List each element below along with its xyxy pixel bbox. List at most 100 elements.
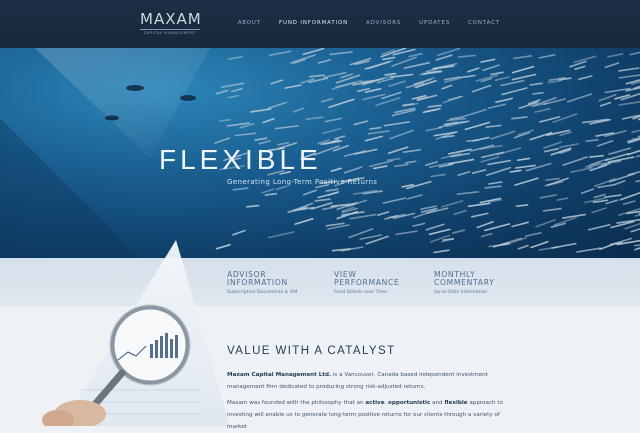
fish (396, 231, 417, 234)
fish (485, 186, 501, 188)
fish (610, 174, 635, 182)
fish (366, 136, 383, 140)
fish (449, 160, 474, 164)
fish (363, 95, 384, 100)
fish (304, 190, 317, 195)
fish (533, 93, 543, 94)
fish (268, 102, 286, 108)
fish (269, 232, 294, 238)
section-heading: VALUE WITH A CATALYST (227, 345, 517, 357)
nav-fund-information[interactable]: FUND INFORMATION (279, 20, 348, 26)
fish (535, 109, 550, 112)
fish (233, 231, 245, 235)
fish (614, 181, 625, 185)
fish (473, 86, 491, 92)
fish (277, 186, 287, 189)
nav-updates[interactable]: UPDATES (419, 20, 450, 26)
fish (443, 239, 453, 240)
fish (482, 152, 504, 157)
fish (341, 74, 352, 78)
link-title-line2: PERFORMANCE (334, 279, 400, 287)
fish (483, 65, 499, 70)
fish (631, 228, 640, 232)
fish (285, 85, 301, 88)
fish (247, 206, 259, 207)
fish (519, 246, 529, 249)
fish (378, 212, 389, 215)
philosophy-text: and (430, 400, 444, 406)
fish (587, 140, 598, 141)
fish (605, 195, 621, 197)
fish (370, 61, 393, 69)
fish (404, 150, 421, 152)
fish (390, 130, 413, 138)
main-content: VALUE WITH A CATALYST Maxam Capital Mana… (227, 345, 517, 357)
brand-logo[interactable]: MAXAM CAPITAL MANAGEMENT (140, 10, 200, 35)
fish (326, 223, 344, 226)
fish (462, 110, 486, 117)
fish (431, 174, 445, 176)
fish (228, 57, 242, 59)
fish (473, 138, 489, 141)
fish (459, 76, 475, 78)
fish (518, 158, 530, 160)
fish (599, 95, 616, 101)
fish (404, 63, 429, 68)
fish (332, 168, 342, 171)
fish (345, 151, 366, 156)
fish (303, 49, 323, 55)
fish (457, 192, 478, 194)
fish (354, 121, 367, 124)
fish (434, 250, 449, 252)
fish (625, 223, 640, 229)
fish (326, 189, 338, 191)
link-monthly-commentary[interactable]: MONTHLY COMMENTARY Up-to-Date Informatio… (434, 271, 495, 295)
fish (459, 56, 475, 58)
fish (473, 170, 486, 173)
fish (383, 198, 405, 203)
fish (306, 117, 323, 119)
nav-advisors[interactable]: ADVISORS (366, 20, 401, 26)
fish (383, 57, 395, 59)
magnifier-illustration (0, 240, 230, 426)
fish (449, 96, 463, 100)
fish (620, 75, 640, 78)
fish (491, 131, 515, 139)
fish (570, 61, 586, 66)
fish (563, 157, 587, 165)
fish (376, 98, 400, 106)
link-description: Fund Details over Time (334, 290, 400, 295)
fish (442, 85, 452, 88)
fish (438, 49, 460, 56)
fish (370, 128, 381, 129)
nav-about[interactable]: ABOUT (238, 20, 261, 26)
fish (526, 164, 550, 171)
fish (389, 81, 405, 86)
fish (560, 144, 578, 147)
nav-contact[interactable]: CONTACT (468, 20, 500, 26)
link-description: Up-to-Date Information (434, 290, 495, 295)
fish (539, 55, 554, 58)
fish (600, 103, 610, 106)
fish (624, 201, 635, 204)
link-title-line2: COMMENTARY (434, 279, 495, 287)
fish (598, 185, 614, 188)
emphasis-active: active (365, 400, 384, 406)
hero-subtitle: Generating Long-Term Positive Returns (227, 178, 377, 186)
fish (619, 68, 639, 71)
fish (512, 75, 535, 80)
fish (368, 131, 388, 134)
fish (295, 219, 313, 224)
fish (621, 191, 640, 199)
link-description: Subscription Documents & OM (227, 290, 297, 295)
fish (546, 179, 559, 180)
fish (262, 189, 273, 192)
fish (512, 117, 527, 119)
fish (329, 99, 354, 107)
fish (222, 83, 244, 87)
link-view-performance[interactable]: VIEW PERFORMANCE Fund Details over Time (334, 271, 400, 295)
emphasis-flexible: flexible (444, 400, 467, 406)
philosophy-paragraph: Maxam was founded with the philosophy th… (227, 397, 517, 433)
fish (413, 224, 424, 227)
link-advisor-information[interactable]: ADVISOR INFORMATION Subscription Documen… (227, 271, 297, 295)
